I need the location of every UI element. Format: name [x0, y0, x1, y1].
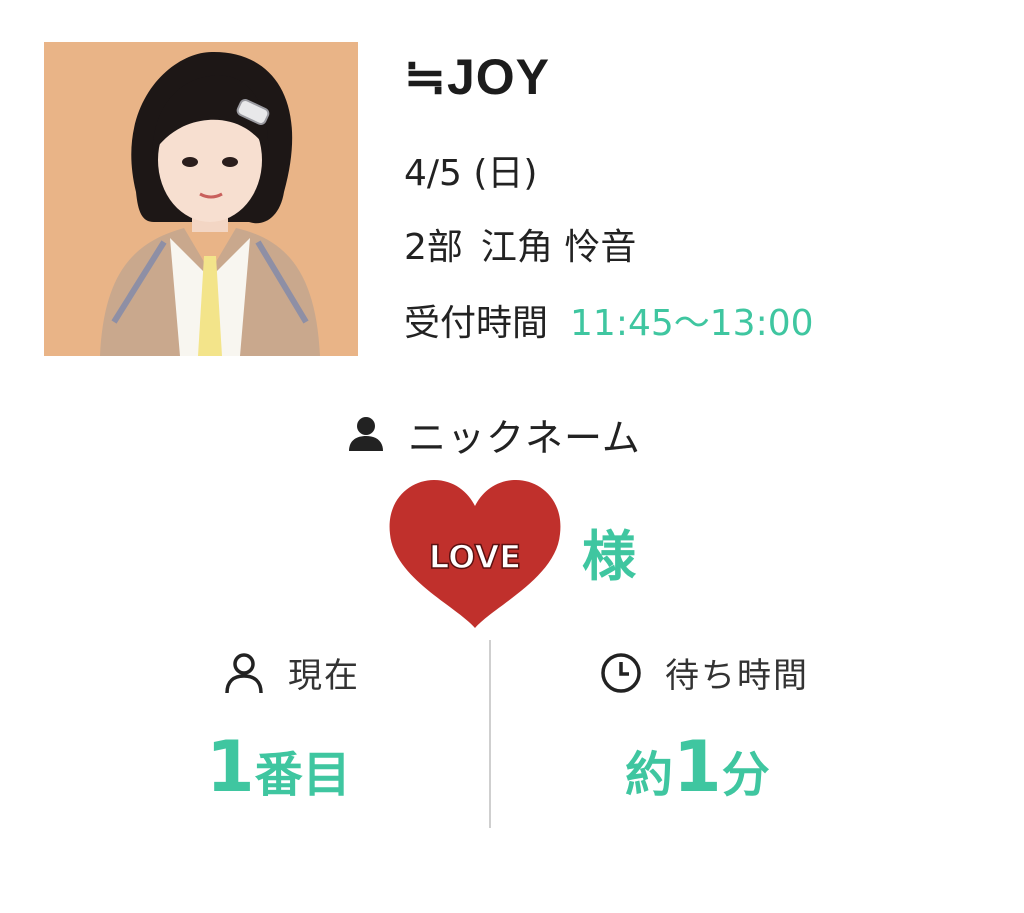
wait-prefix: 約 [625, 747, 674, 803]
honorific: 様 [582, 525, 636, 588]
member-name: 江角 怜音 [480, 227, 637, 268]
wait-time-header: 待ち時間 [599, 648, 809, 697]
love-badge-text: LOVE [429, 538, 521, 576]
member-portrait-image [44, 42, 358, 356]
reception-time-value: 11:45〜13:00 [570, 303, 814, 344]
nickname-label: ニックネーム [408, 415, 641, 460]
event-part-member: 2部 江角 怜音 [404, 230, 636, 266]
event-part: 2部 [404, 227, 463, 268]
reception-time-row: 受付時間 11:45〜13:00 [404, 306, 814, 342]
position-unit: 番目 [254, 747, 351, 803]
person-icon [349, 417, 383, 451]
current-position-header: 現在 [222, 648, 360, 697]
current-label: 現在 [288, 656, 360, 696]
current-position-value: 1番目 [206, 732, 351, 802]
wait-unit: 分 [721, 747, 770, 803]
wait-time-panel: 待ち時間 約1分 [491, 640, 1024, 830]
event-date: 4/5 (日) [404, 153, 538, 194]
member-photo [44, 42, 358, 356]
reception-time-label: 受付時間 [404, 303, 549, 344]
wait-label: 待ち時間 [665, 656, 809, 696]
wait-number: 1 [673, 726, 722, 808]
user-outline-icon [225, 652, 263, 693]
nickname-row: ニックネーム [346, 411, 641, 460]
clock-icon [601, 652, 641, 693]
position-number: 1 [206, 726, 255, 808]
current-position-panel: 現在 1番目 [0, 640, 490, 830]
love-heart-badge: LOVE [389, 480, 561, 628]
group-name: ≒JOY [404, 49, 550, 105]
wait-time-value: 約1分 [625, 732, 770, 802]
